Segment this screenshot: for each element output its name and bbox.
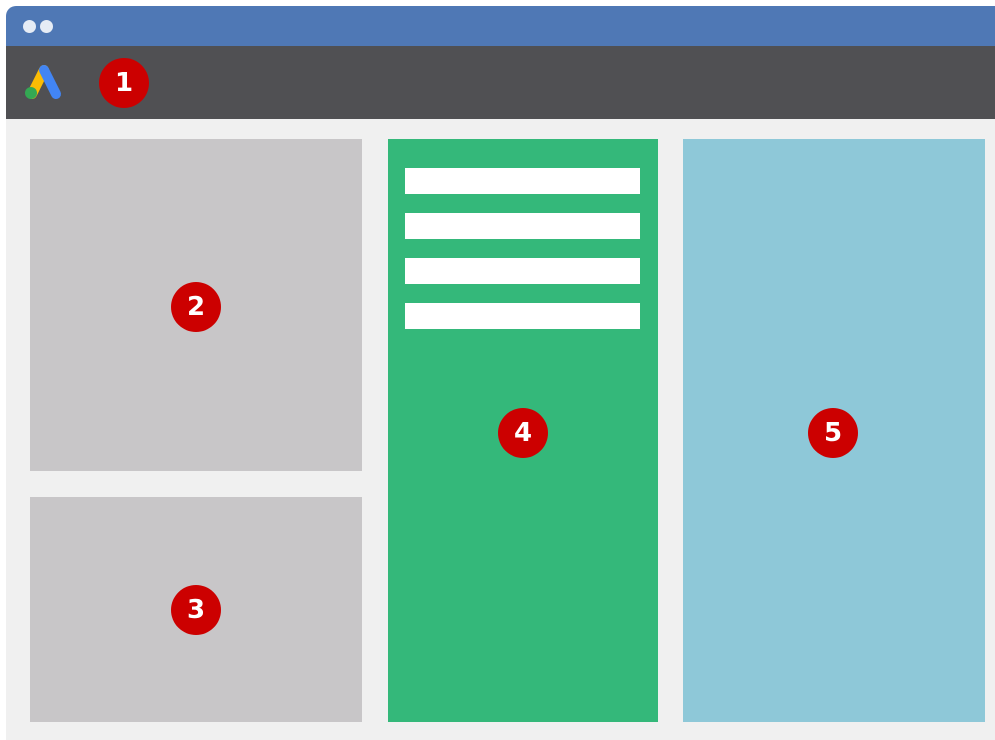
title-bar — [6, 6, 995, 46]
panel-middle: 4 — [388, 139, 658, 722]
google-ads-logo-icon — [25, 65, 61, 99]
menu-bar[interactable] — [405, 303, 640, 329]
marker-badge-4: 4 — [498, 408, 548, 458]
panel-right: 5 — [683, 139, 985, 722]
menu-bar[interactable] — [405, 258, 640, 284]
panel-bottom-left: 3 — [30, 497, 362, 722]
marker-badge-5: 5 — [808, 408, 858, 458]
menu-bar[interactable] — [405, 168, 640, 194]
header-bar: 1 — [6, 46, 995, 119]
marker-badge-2: 2 — [171, 282, 221, 332]
panel-top-left: 2 — [30, 139, 362, 471]
marker-badge-3: 3 — [171, 585, 221, 635]
marker-badge-1: 1 — [99, 58, 149, 108]
browser-window: 1 2 3 4 5 — [6, 6, 995, 740]
window-control-dot[interactable] — [40, 20, 53, 33]
window-control-dot[interactable] — [23, 20, 36, 33]
menu-bar[interactable] — [405, 213, 640, 239]
